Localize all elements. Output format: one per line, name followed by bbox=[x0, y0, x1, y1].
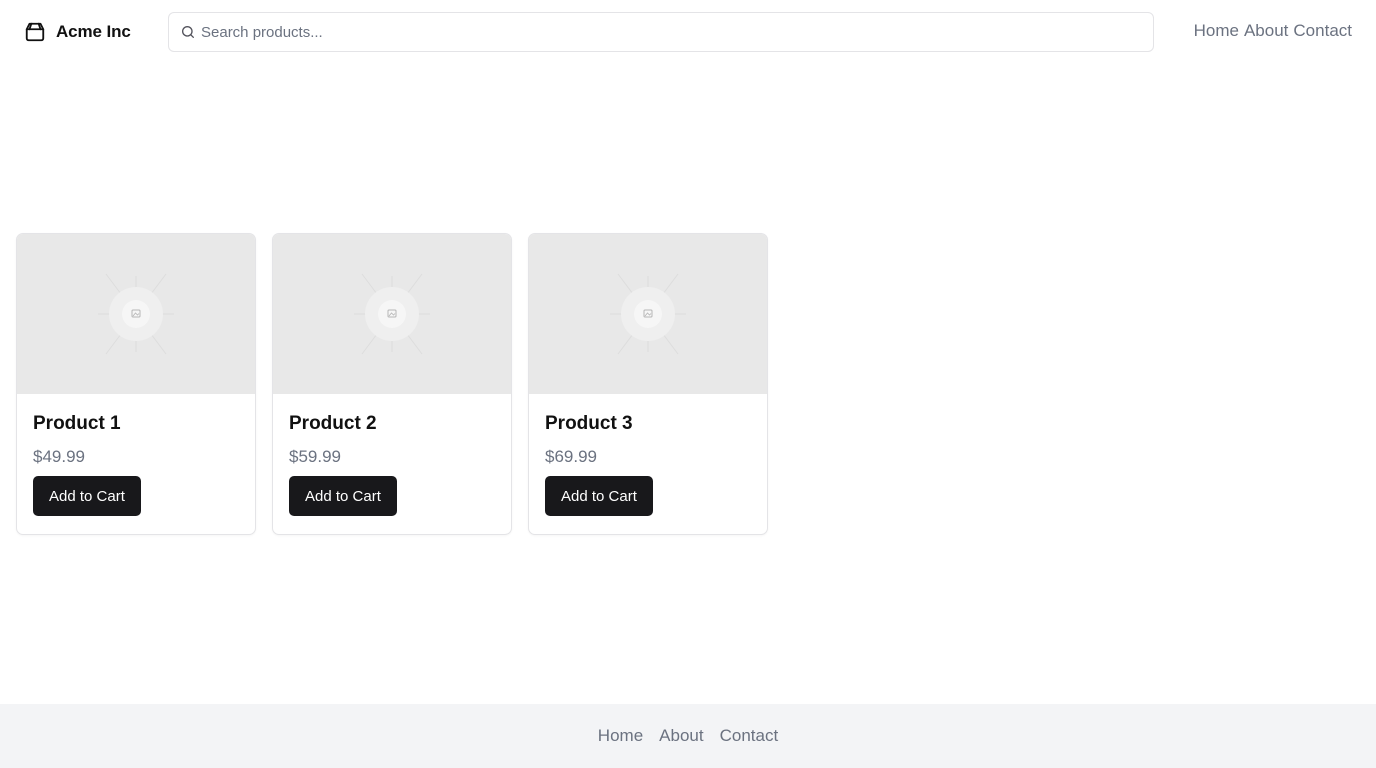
product-image bbox=[273, 234, 511, 394]
search-icon bbox=[182, 26, 194, 38]
product-image bbox=[529, 234, 767, 394]
product-grid: Product 1 $49.99 Add to Cart Product 2 $… bbox=[16, 233, 768, 535]
image-placeholder-icon bbox=[354, 273, 430, 355]
nav-link-contact[interactable]: Contact bbox=[1293, 21, 1352, 41]
add-to-cart-button[interactable]: Add to Cart bbox=[289, 476, 397, 516]
top-nav: Home About Contact bbox=[1194, 21, 1352, 41]
product-price: $59.99 bbox=[289, 447, 341, 466]
footer-link-contact[interactable]: Contact bbox=[720, 726, 779, 746]
brand-name: Acme Inc bbox=[56, 22, 131, 41]
page: Acme Inc Home About Contact bbox=[0, 0, 1376, 768]
product-price: $49.99 bbox=[33, 447, 85, 466]
brand-link[interactable]: Acme Inc bbox=[24, 20, 131, 44]
product-name: Product 2 bbox=[289, 413, 377, 434]
footer-link-home[interactable]: Home bbox=[598, 726, 643, 746]
image-placeholder-icon bbox=[98, 273, 174, 355]
add-to-cart-button[interactable]: Add to Cart bbox=[545, 476, 653, 516]
product-card: Product 3 $69.99 Add to Cart bbox=[528, 233, 768, 535]
footer-link-about[interactable]: About bbox=[659, 726, 703, 746]
image-placeholder-icon bbox=[610, 273, 686, 355]
search-input[interactable] bbox=[201, 13, 1141, 51]
product-name: Product 1 bbox=[33, 413, 121, 434]
product-image bbox=[17, 234, 255, 394]
product-card: Product 1 $49.99 Add to Cart bbox=[16, 233, 256, 535]
bag-icon bbox=[25, 22, 45, 42]
product-name: Product 3 bbox=[545, 413, 633, 434]
nav-link-about[interactable]: About bbox=[1244, 21, 1288, 41]
product-price: $69.99 bbox=[545, 447, 597, 466]
product-card: Product 2 $59.99 Add to Cart bbox=[272, 233, 512, 535]
add-to-cart-button[interactable]: Add to Cart bbox=[33, 476, 141, 516]
nav-link-home[interactable]: Home bbox=[1194, 21, 1239, 41]
site-footer: Home About Contact bbox=[0, 704, 1376, 768]
search-box bbox=[168, 12, 1154, 52]
site-header: Acme Inc Home About Contact bbox=[0, 0, 1376, 64]
